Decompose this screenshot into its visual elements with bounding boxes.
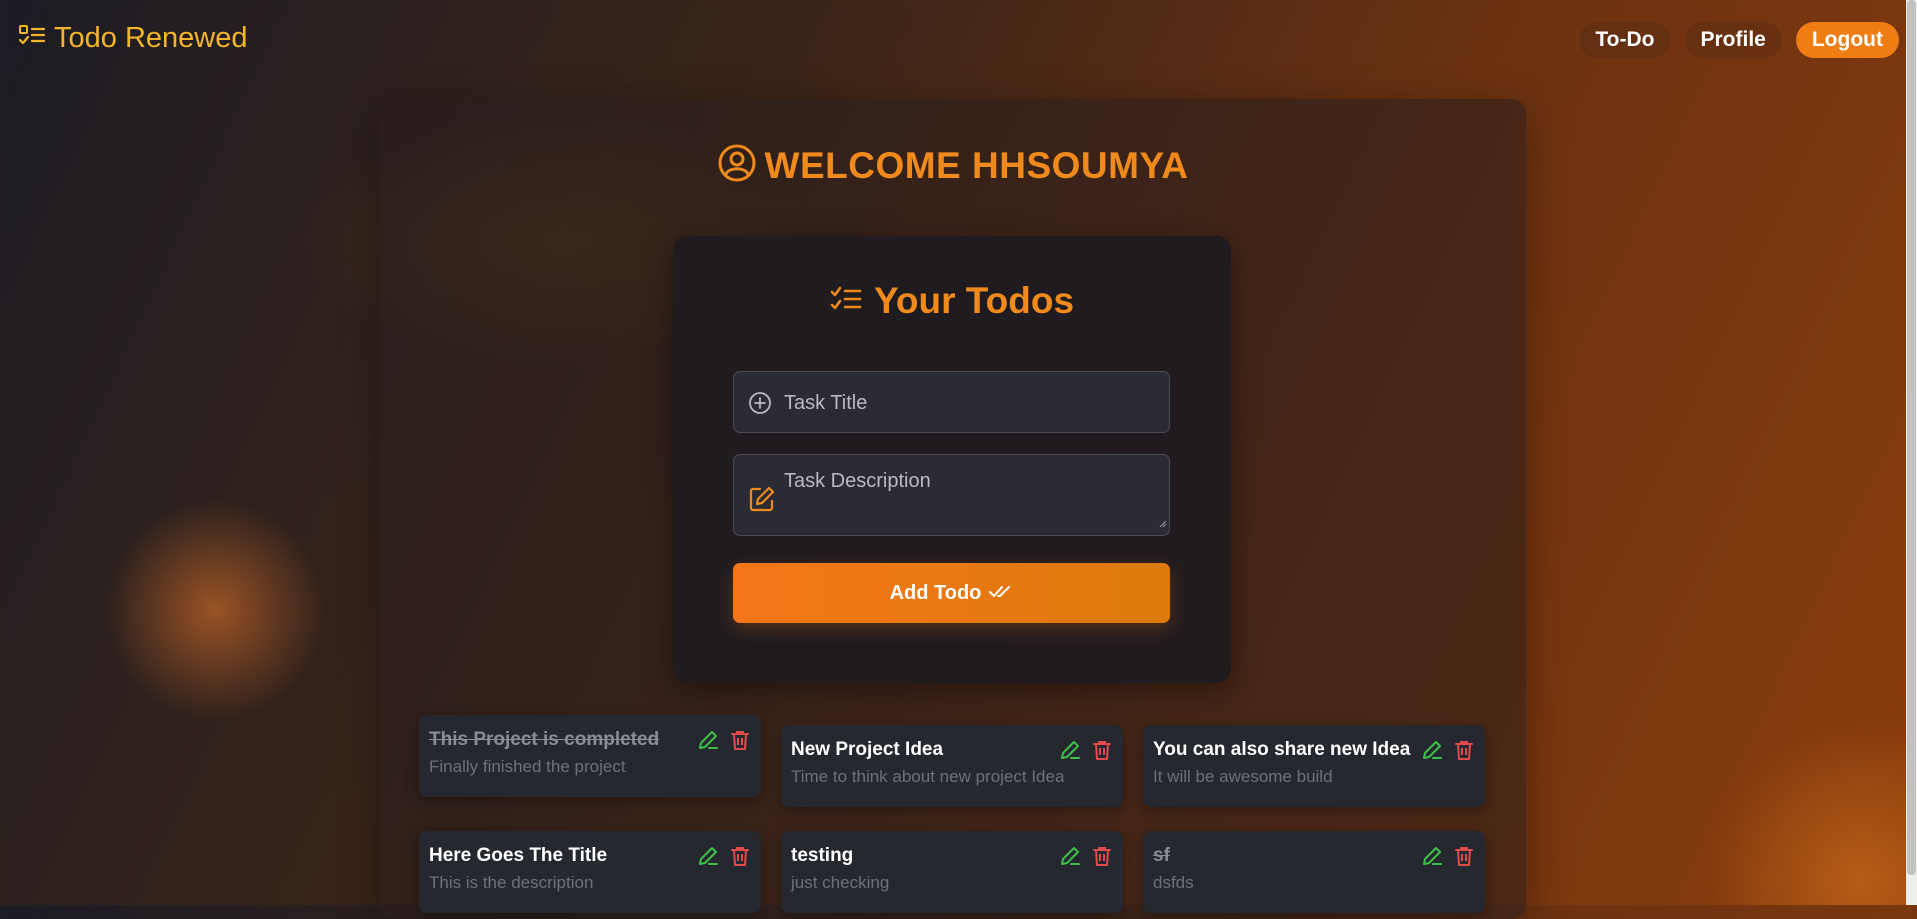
edit-icon[interactable] xyxy=(1421,739,1443,766)
task-description-input[interactable] xyxy=(784,470,1154,526)
plus-circle-icon xyxy=(748,391,772,420)
nav-todo-link[interactable]: To-Do xyxy=(1579,22,1671,58)
brand-title: Todo Renewed xyxy=(54,22,248,54)
todo-item-description: Finally finished the project xyxy=(429,757,626,776)
delete-icon[interactable] xyxy=(1091,845,1113,872)
brand[interactable]: Todo Renewed xyxy=(18,22,247,55)
scrollbar-track[interactable] xyxy=(1906,0,1917,905)
list-check-icon xyxy=(830,284,862,319)
delete-icon[interactable] xyxy=(729,845,751,872)
delete-icon[interactable] xyxy=(1453,739,1475,766)
scrollbar-thumb[interactable] xyxy=(1907,0,1916,875)
delete-icon[interactable] xyxy=(1453,845,1475,872)
todo-item-description: just checking xyxy=(791,873,890,892)
double-check-icon xyxy=(989,582,1013,605)
todo-item-description: This is the description xyxy=(429,873,594,892)
todo-item: New Project Idea Time to think about new… xyxy=(781,725,1123,807)
todos-heading: Your Todos xyxy=(673,280,1231,322)
user-circle-icon xyxy=(717,143,757,188)
task-description-field[interactable] xyxy=(733,454,1170,536)
edit-icon[interactable] xyxy=(1421,845,1443,872)
todos-heading-text: Your Todos xyxy=(873,280,1075,321)
task-title-field[interactable] xyxy=(733,371,1170,433)
top-navbar: Todo Renewed To-Do Profile Logout xyxy=(0,0,1917,80)
delete-icon[interactable] xyxy=(729,729,751,756)
todo-item-description: dsfds xyxy=(1153,873,1194,892)
nav-links: To-Do Profile Logout xyxy=(1579,22,1899,58)
task-title-input[interactable] xyxy=(784,390,1154,416)
edit-icon[interactable] xyxy=(1059,845,1081,872)
logout-button[interactable]: Logout xyxy=(1795,22,1899,58)
edit-icon[interactable] xyxy=(1059,739,1081,766)
welcome-header: WELCOME HHSOUMYA xyxy=(379,143,1526,188)
todo-form-card: Your Todos Task Title Task Description A… xyxy=(673,236,1231,683)
list-check-icon xyxy=(18,23,46,54)
todo-item: You can also share new Idea It will be a… xyxy=(1143,725,1485,807)
main-panel: WELCOME HHSOUMYA Your Todos Task Title T… xyxy=(379,99,1526,919)
edit-icon[interactable] xyxy=(697,729,719,756)
todo-item-description: Time to think about new project Idea xyxy=(791,767,1065,786)
todo-item-description: It will be awesome build xyxy=(1153,767,1333,786)
todo-item: sf dsfds xyxy=(1143,831,1485,913)
welcome-text: WELCOME HHSOUMYA xyxy=(764,144,1189,186)
edit-icon[interactable] xyxy=(697,845,719,872)
nav-profile-link[interactable]: Profile xyxy=(1684,22,1782,58)
todo-item: Here Goes The Title This is the descript… xyxy=(419,831,761,913)
todo-item: This Project is completed Finally finish… xyxy=(419,715,761,797)
edit-icon xyxy=(748,485,776,518)
add-todo-label: Add Todo xyxy=(889,581,982,604)
add-todo-button[interactable]: Add Todo xyxy=(733,563,1170,623)
todo-item: testing just checking xyxy=(781,831,1123,913)
delete-icon[interactable] xyxy=(1091,739,1113,766)
resize-handle-icon[interactable] xyxy=(1159,515,1167,533)
